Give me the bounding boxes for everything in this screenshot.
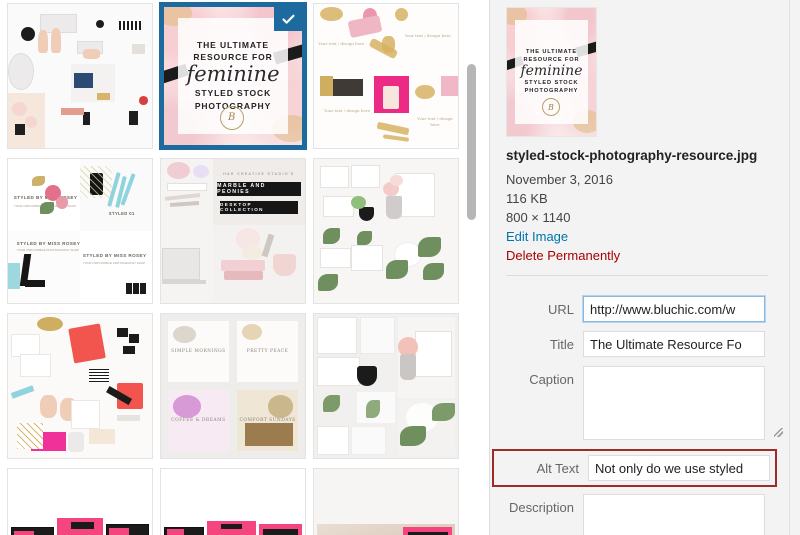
thumbnail-image	[314, 159, 458, 303]
marble-peonies-artwork: H&R CREATIVE STUDIO'S MARBLE AND PEONIES…	[161, 159, 305, 303]
preview-cover-artwork: THE ULTIMATE RESOURCE FOR feminine STYLE…	[507, 8, 596, 136]
flat-lay-artwork	[8, 4, 152, 148]
grid-item-white-frames-vase[interactable]	[313, 313, 459, 459]
attachment-filesize: 116 KB	[506, 191, 548, 206]
coral-desk-artwork	[8, 314, 152, 458]
url-label: URL	[547, 302, 574, 317]
grid-item-pink-black-slides-two[interactable]	[160, 468, 306, 535]
grid-item-gold-pink-collage[interactable]: Your text / design here Your text / desi…	[313, 3, 459, 149]
thumbnail-image	[8, 469, 152, 535]
thumbnail-image: Your text / design here Your text / desi…	[314, 4, 458, 148]
form-row-url: URL	[489, 296, 785, 322]
thumbnail-image	[161, 469, 305, 535]
thumbnail-image	[314, 314, 458, 458]
thumbnail-image: H&R CREATIVE STUDIO'S MARBLE AND PEONIES…	[161, 159, 305, 303]
title-label: Title	[549, 337, 574, 352]
miss-rosey-corner: STYLED 01	[108, 210, 135, 216]
collage-text-3: Your text / design here	[324, 107, 371, 113]
preview-script-word: feminine	[520, 63, 583, 80]
miss-rosey-sub-2: YOUR OWN MOBILE PHOTOGRAPHY SHOP	[82, 261, 146, 266]
miss-rosey-artwork: STYLED BY MISS ROSEY YOUR OWN MOBILE PHO…	[8, 159, 152, 303]
form-row-description: Description	[489, 494, 785, 535]
attachment-grid-pane: THE ULTIMATE RESOURCE FOR feminine STYLE…	[0, 0, 489, 535]
attachment-filename: styled-stock-photography-resource.jpg	[506, 148, 758, 163]
thumbnail-image: SIMPLE MORNINGS PRETTY PEACE COFFEE & DR…	[161, 314, 305, 458]
pane-divider	[489, 0, 490, 535]
form-row-alt-text: Alt Text	[492, 449, 777, 487]
grid-item-white-frames-florals[interactable]	[313, 158, 459, 304]
thumbnail-image	[8, 314, 152, 458]
alt-text-label: Alt Text	[536, 461, 579, 476]
cover-line-3: STYLED STOCK	[194, 88, 272, 99]
thumbnail-image: STYLED BY MISS ROSEY YOUR OWN MOBILE PHO…	[8, 159, 152, 303]
quote-tiles-artwork: SIMPLE MORNINGS PRETTY PEACE COFFEE & DR…	[161, 314, 305, 458]
grid-item-quote-tiles[interactable]: SIMPLE MORNINGS PRETTY PEACE COFFEE & DR…	[160, 313, 306, 459]
details-scrollbar[interactable]	[789, 0, 790, 535]
attachment-grid: THE ULTIMATE RESOURCE FOR feminine STYLE…	[7, 3, 477, 535]
grid-scrollbar-thumb[interactable]	[467, 64, 476, 220]
form-row-caption: Caption	[489, 366, 785, 440]
title-input[interactable]	[583, 331, 765, 357]
caption-label: Caption	[529, 372, 574, 387]
description-label: Description	[508, 500, 574, 515]
preview-line-2: RESOURCE FOR	[523, 56, 580, 63]
attachment-date: November 3, 2016	[506, 172, 613, 187]
attachment-preview-thumbnail[interactable]: THE ULTIMATE RESOURCE FOR feminine STYLE…	[506, 7, 597, 137]
cover-line-1: THE ULTIMATE	[197, 40, 269, 51]
pink-black-slides-artwork-1	[8, 469, 152, 535]
miss-rosey-sub-3: YOUR OWN MOBILE PHOTOGRAPHY SHOP	[16, 248, 80, 253]
grid-scrollbar[interactable]	[464, 0, 480, 535]
marble-band-2: DESKTOP COLLECTION	[220, 200, 298, 214]
collage-text-2: Your text / design here	[404, 32, 451, 38]
grid-item-clarity-session[interactable]: Book your free CLARITY SESSION	[313, 468, 459, 535]
checkmark-icon[interactable]	[274, 7, 302, 31]
grid-item-ultimate-resource-feminine[interactable]: THE ULTIMATE RESOURCE FOR feminine STYLE…	[160, 3, 306, 149]
cover-line-2: RESOURCE FOR	[193, 51, 273, 62]
grid-item-marble-and-peonies[interactable]: H&R CREATIVE STUDIO'S MARBLE AND PEONIES…	[160, 158, 306, 304]
grid-item-flat-lay-workspace[interactable]	[7, 3, 153, 149]
thumbnail-image	[8, 4, 152, 148]
marble-eyebrow: H&R CREATIVE STUDIO'S	[223, 171, 295, 176]
delete-permanently-link[interactable]: Delete Permanently	[506, 248, 620, 263]
white-frames-artwork	[314, 159, 458, 303]
frames-vase-artwork	[314, 314, 458, 458]
cover-script-word: feminine	[186, 62, 280, 87]
cover-brand-seal: B	[219, 105, 244, 130]
caption-textarea[interactable]	[583, 366, 765, 440]
alt-text-input[interactable]	[588, 455, 770, 481]
details-separator	[506, 275, 768, 276]
caption-resize-handle-icon[interactable]	[774, 428, 783, 437]
pink-black-slides-artwork-2	[161, 469, 305, 535]
miss-rosey-brand-2: STYLED BY MISS ROSEY	[82, 252, 147, 258]
marble-band-1: MARBLE AND PEONIES	[217, 182, 301, 197]
grid-item-styled-by-miss-rosey[interactable]: STYLED BY MISS ROSEY YOUR OWN MOBILE PHO…	[7, 158, 153, 304]
collage-text-1: Your text / design here	[318, 41, 365, 47]
thumbnail-image: Book your free CLARITY SESSION	[314, 469, 458, 535]
attachment-details-pane: THE ULTIMATE RESOURCE FOR feminine STYLE…	[489, 0, 800, 535]
grid-item-coral-desk[interactable]	[7, 313, 153, 459]
media-library-modal: THE ULTIMATE RESOURCE FOR feminine STYLE…	[0, 0, 800, 535]
gold-collage-artwork: Your text / design here Your text / desi…	[314, 4, 458, 148]
edit-image-link[interactable]: Edit Image	[506, 229, 568, 244]
miss-rosey-brand-3: STYLED BY MISS ROSEY	[16, 241, 81, 247]
attachment-details-form: URL Title Caption	[489, 296, 785, 535]
preview-line-1: THE ULTIMATE	[525, 48, 577, 55]
url-input[interactable]	[583, 296, 765, 322]
attachment-dimensions: 800 × 1140	[506, 210, 571, 225]
collage-text-4: Your text / design here	[417, 116, 453, 128]
description-textarea[interactable]	[583, 494, 765, 535]
grid-item-pink-black-slides-one[interactable]	[7, 468, 153, 535]
form-row-title: Title	[489, 331, 785, 357]
preview-line-3: STYLED STOCK	[524, 80, 579, 87]
preview-brand-seal: B	[541, 98, 560, 117]
preview-line-4: PHOTOGRAPHY	[524, 88, 579, 95]
clarity-session-artwork: Book your free CLARITY SESSION	[314, 469, 458, 535]
